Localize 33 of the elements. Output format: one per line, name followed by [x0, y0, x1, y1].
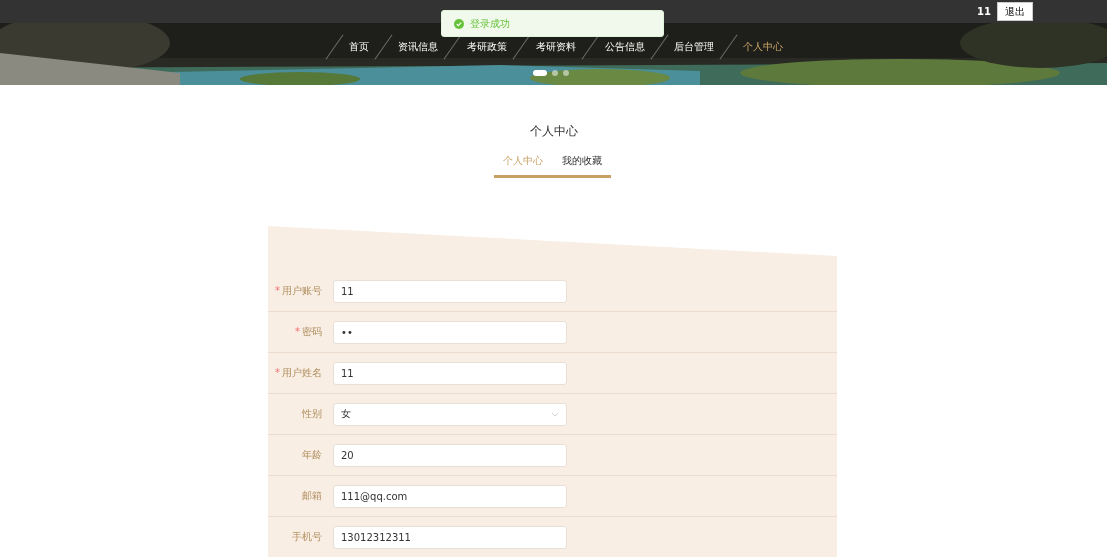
- tab[interactable]: 我的收藏: [552, 151, 611, 175]
- field-label: 性别: [301, 407, 322, 421]
- logout-button[interactable]: 退出: [997, 2, 1033, 21]
- nav-link[interactable]: 考研政策: [467, 40, 507, 54]
- required-mark: *: [275, 285, 280, 296]
- carousel-dot[interactable]: [563, 70, 569, 76]
- select-field[interactable]: 女: [333, 402, 567, 426]
- carousel-dot[interactable]: [552, 70, 558, 76]
- nav-link[interactable]: 首页: [349, 40, 369, 54]
- input-field[interactable]: ••: [333, 320, 567, 344]
- input-field[interactable]: 20: [333, 443, 567, 467]
- field-label: 邮箱: [301, 489, 322, 503]
- page-title: 个人中心: [528, 123, 579, 140]
- field-label: * 用户姓名: [274, 366, 322, 380]
- check-circle-icon: [454, 18, 464, 29]
- toast-message: 登录成功: [470, 16, 510, 31]
- field-label: 手机号: [291, 530, 322, 544]
- nav-link[interactable]: 个人中心: [743, 40, 783, 54]
- input-field[interactable]: 13012312311: [333, 525, 567, 549]
- required-mark: *: [275, 367, 280, 378]
- input-field[interactable]: 11: [333, 361, 567, 385]
- input-field[interactable]: 11: [333, 279, 567, 303]
- input-field[interactable]: 111@qq.com: [333, 484, 567, 508]
- nav-link[interactable]: 后台管理: [674, 40, 714, 54]
- field-label: 年龄: [301, 448, 322, 462]
- field-label: * 密码: [294, 325, 322, 339]
- required-mark: *: [295, 326, 300, 337]
- chevron-down-icon: [551, 411, 559, 417]
- nav-link[interactable]: 考研资料: [536, 40, 576, 54]
- nav-link[interactable]: 公告信息: [605, 40, 645, 54]
- field-label: * 用户账号: [274, 284, 322, 298]
- nav-link[interactable]: 资讯信息: [398, 40, 438, 54]
- username: 11: [977, 6, 991, 17]
